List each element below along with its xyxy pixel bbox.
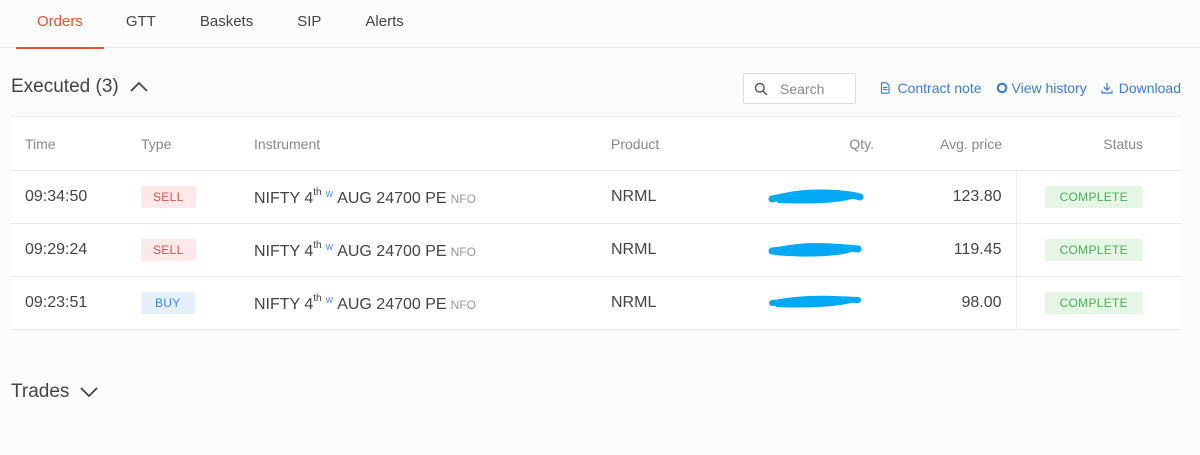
instrument-cell[interactable]: NIFTY 4th W AUG 24700 PE NFO bbox=[254, 276, 611, 330]
expiry-suffix: th bbox=[313, 239, 322, 251]
table-header-row: Time Type Instrument Product Qty. Avg. p… bbox=[11, 116, 1181, 171]
executed-section-toggle[interactable]: Executed (3) bbox=[11, 76, 149, 98]
redaction-scribble bbox=[768, 189, 864, 204]
chevron-up-icon bbox=[130, 81, 148, 92]
column-header-instrument[interactable]: Instrument bbox=[254, 116, 611, 171]
tab-bar: Orders GTT Baskets SIP Alerts bbox=[16, 0, 426, 49]
order-time: 09:23:51 bbox=[11, 276, 141, 330]
tab-sip[interactable]: SIP bbox=[275, 0, 343, 48]
document-icon bbox=[881, 82, 891, 94]
trades-title: Trades bbox=[11, 381, 70, 402]
executed-orders-table: Time Type Instrument Product Qty. Avg. p… bbox=[11, 116, 1181, 330]
instrument-symbol: NIFTY 4 bbox=[254, 189, 314, 207]
order-type-badge: BUY bbox=[141, 292, 195, 314]
view-history-label: View history bbox=[1011, 80, 1087, 96]
history-icon bbox=[996, 82, 1007, 94]
column-header-qty[interactable]: Qty. bbox=[736, 116, 888, 171]
status-badge: COMPLETE bbox=[1044, 292, 1143, 314]
qty-cell bbox=[736, 170, 888, 224]
column-header-type[interactable]: Type bbox=[141, 116, 254, 171]
column-header-time[interactable]: Time bbox=[11, 116, 141, 171]
tab-baskets[interactable]: Baskets bbox=[178, 0, 275, 48]
search-box[interactable] bbox=[743, 73, 856, 104]
expiry-suffix: th bbox=[313, 292, 322, 304]
tab-gtt[interactable]: GTT bbox=[104, 0, 178, 48]
download-icon bbox=[1101, 82, 1113, 94]
qty-cell bbox=[736, 223, 888, 277]
weekly-marker: W bbox=[325, 242, 334, 252]
status-badge: COMPLETE bbox=[1044, 239, 1143, 261]
column-header-avg-price[interactable]: Avg. price bbox=[888, 116, 1016, 171]
instrument-cell[interactable]: NIFTY 4th W AUG 24700 PE NFO bbox=[254, 170, 611, 224]
exchange-label: NFO bbox=[450, 191, 476, 206]
redaction-scribble bbox=[768, 243, 862, 257]
view-history-link[interactable]: View history bbox=[996, 80, 1087, 96]
download-link[interactable]: Download bbox=[1101, 80, 1181, 96]
expiry-suffix: th bbox=[313, 186, 322, 198]
instrument-contract: AUG 24700 PE bbox=[337, 242, 447, 260]
search-input[interactable] bbox=[780, 80, 850, 97]
tab-alerts[interactable]: Alerts bbox=[343, 0, 425, 48]
actions-bar: Contract note View history Download bbox=[879, 80, 1181, 96]
table-row[interactable]: 09:23:51 BUY NIFTY 4th W AUG 24700 PE NFO N… bbox=[11, 276, 1181, 330]
avg-price-cell: 119.45 bbox=[888, 223, 1016, 277]
status-badge: COMPLETE bbox=[1044, 186, 1143, 208]
qty-cell bbox=[736, 276, 888, 330]
table-row[interactable]: 09:34:50 SELL NIFTY 4th W AUG 24700 PE NFO … bbox=[11, 170, 1181, 224]
search-icon bbox=[754, 82, 768, 95]
product-cell: NRML bbox=[611, 223, 736, 277]
trades-section-toggle[interactable]: Trades bbox=[11, 381, 99, 403]
instrument-contract: AUG 24700 PE bbox=[337, 189, 447, 207]
instrument-symbol: NIFTY 4 bbox=[254, 295, 314, 313]
column-header-status[interactable]: Status bbox=[1016, 116, 1181, 171]
chevron-down-icon bbox=[80, 387, 99, 398]
instrument-cell[interactable]: NIFTY 4th W AUG 24700 PE NFO bbox=[254, 223, 611, 277]
order-time: 09:29:24 bbox=[11, 223, 141, 277]
weekly-marker: W bbox=[325, 189, 334, 199]
executed-title: Executed (3) bbox=[11, 76, 119, 97]
product-cell: NRML bbox=[611, 276, 736, 330]
tab-orders[interactable]: Orders bbox=[16, 0, 104, 49]
table-row[interactable]: 09:29:24 SELL NIFTY 4th W AUG 24700 PE NFO … bbox=[11, 223, 1181, 277]
avg-price-cell: 98.00 bbox=[888, 276, 1016, 330]
exchange-label: NFO bbox=[450, 297, 476, 312]
column-header-product[interactable]: Product bbox=[611, 116, 736, 171]
download-label: Download bbox=[1118, 80, 1181, 96]
contract-note-link[interactable]: Contract note bbox=[879, 80, 982, 96]
instrument-contract: AUG 24700 PE bbox=[337, 295, 447, 313]
weekly-marker: W bbox=[325, 295, 334, 305]
product-cell: NRML bbox=[611, 170, 736, 224]
redaction-scribble bbox=[769, 295, 861, 308]
instrument-symbol: NIFTY 4 bbox=[254, 242, 314, 260]
order-type-badge: SELL bbox=[141, 186, 196, 208]
top-navigation: Orders GTT Baskets SIP Alerts bbox=[0, 0, 1200, 49]
avg-price-cell: 123.80 bbox=[888, 170, 1016, 224]
order-type-badge: SELL bbox=[141, 239, 196, 261]
order-time: 09:34:50 bbox=[11, 170, 141, 224]
contract-note-label: Contract note bbox=[897, 80, 982, 96]
exchange-label: NFO bbox=[450, 244, 476, 259]
